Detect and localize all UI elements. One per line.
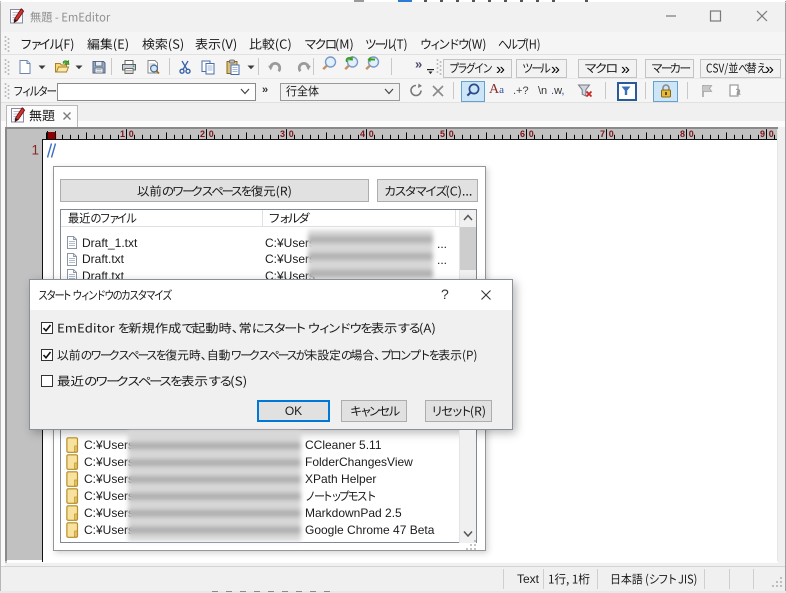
svg-text:0: 0 (129, 129, 134, 139)
svg-text:0: 0 (769, 129, 774, 139)
svg-text:0: 0 (209, 129, 214, 139)
svg-text:8: 8 (680, 129, 685, 139)
svg-text:6: 6 (520, 129, 525, 139)
svg-text:5: 5 (440, 129, 445, 139)
svg-text:0: 0 (529, 129, 534, 139)
svg-text:0: 0 (289, 129, 294, 139)
svg-text:0: 0 (449, 129, 454, 139)
svg-text:0: 0 (689, 129, 694, 139)
svg-text:0: 0 (609, 129, 614, 139)
svg-text:9: 9 (760, 129, 765, 139)
svg-text:3: 3 (280, 129, 285, 139)
svg-text:1: 1 (120, 129, 125, 139)
svg-text:4: 4 (360, 129, 365, 139)
svg-text:7: 7 (600, 129, 605, 139)
svg-text:2: 2 (200, 129, 205, 139)
svg-text:»: » (415, 58, 422, 72)
svg-text:0: 0 (369, 129, 374, 139)
